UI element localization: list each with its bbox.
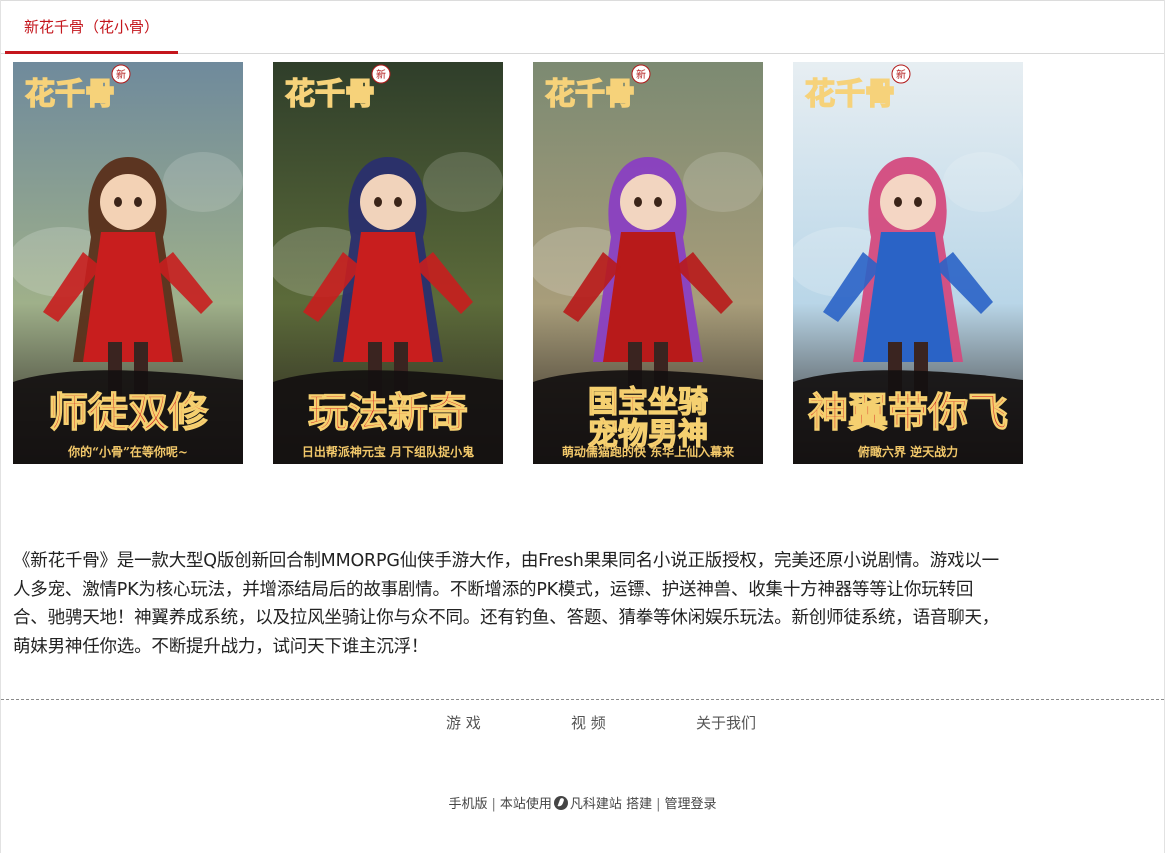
separator: | xyxy=(656,797,661,812)
game-screenshot[interactable]: 花千骨新师徒双修你的“小骨”在等你呢~ xyxy=(13,62,243,464)
new-badge-label: 新 xyxy=(116,68,126,81)
new-badge-label: 新 xyxy=(896,68,906,81)
separator: | xyxy=(491,797,496,812)
screenshot-caption: 俯瞰六界 逆天战力 xyxy=(858,444,958,459)
powered-by-prefix: 本站使用 xyxy=(499,797,552,812)
screenshot-caption: 日出帮派神元宝 月下组队捉小鬼 xyxy=(302,444,474,459)
tab-new-huaqiangu[interactable]: 新花千骨（花小骨） xyxy=(5,1,178,54)
banner-text: 国宝坐骑 xyxy=(588,385,708,420)
mobile-version-link[interactable]: 手机版 xyxy=(449,797,488,812)
bottom-links: 手机版 | 本站使用 凡科建站 搭建 | 管理登录 xyxy=(1,793,1164,812)
game-logo: 花千骨 xyxy=(25,77,115,112)
game-description: 《新花千骨》是一款大型Q版创新回合制MMORPG仙侠手游大作，由Fresh果果同… xyxy=(13,551,1000,657)
screenshot-caption: 你的“小骨”在等你呢~ xyxy=(67,444,188,459)
screenshot-art: 花千骨新玩法新奇日出帮派神元宝 月下组队捉小鬼 xyxy=(273,62,503,464)
footer-link-games[interactable]: 游 戏 xyxy=(446,712,481,733)
screenshot-art: 花千骨新国宝坐骑宠物男神萌动儒猫跑的快 东华上仙入幕来 xyxy=(533,62,763,464)
new-badge-label: 新 xyxy=(376,68,386,81)
screenshot-gallery: 花千骨新师徒双修 你的“小骨”在等你呢~ 花千骨新玩法新奇 日出帮派神元宝 月下组队 xyxy=(13,62,1023,464)
banner-text: 师徒双修 xyxy=(48,389,209,436)
fanke-logo-icon xyxy=(553,796,568,810)
banner-text: 神翼带你飞 xyxy=(808,389,1008,436)
screenshot-art: 花千骨新师徒双修你的“小骨”在等你呢~ xyxy=(13,62,243,464)
screenshot-art: 花千骨新神翼带你飞俯瞰六界 逆天战力 xyxy=(793,62,1023,464)
game-screenshot[interactable]: 花千骨新玩法新奇日出帮派神元宝 月下组队捉小鬼 xyxy=(273,62,503,464)
footer-divider xyxy=(1,699,1164,700)
screenshot-caption: 萌动儒猫跑的快 东华上仙入幕来 xyxy=(562,444,735,459)
game-screenshot[interactable]: 花千骨新国宝坐骑 宠物男神 萌动儒猫跑的快 东华上仙入幕来 xyxy=(533,62,763,464)
page: 新花千骨（花小骨） 花千骨新师徒双修 你的“小骨”在等你呢~ 花千骨 新 玩法新… xyxy=(0,0,1165,853)
footer-link-videos[interactable]: 视 频 xyxy=(571,712,606,733)
footer-link-about[interactable]: 关于我们 xyxy=(696,712,756,733)
tab-bar: 新花千骨（花小骨） xyxy=(1,0,1164,54)
admin-login-link[interactable]: 管理登录 xyxy=(664,797,716,812)
game-logo: 花千骨 xyxy=(285,77,375,112)
game-logo: 花千骨 xyxy=(545,77,635,112)
fanke-brand-link[interactable]: 凡科建站 xyxy=(570,797,622,812)
game-logo: 花千骨 xyxy=(805,77,895,112)
game-screenshot[interactable]: 花千骨新神翼带你飞俯瞰六界 逆天战力 xyxy=(793,62,1023,464)
new-badge-label: 新 xyxy=(636,68,646,81)
banner-text: 玩法新奇 xyxy=(308,389,468,436)
footer-nav: 游 戏 视 频 关于我们 xyxy=(1,712,1164,734)
powered-by-suffix: 搭建 xyxy=(626,797,653,812)
